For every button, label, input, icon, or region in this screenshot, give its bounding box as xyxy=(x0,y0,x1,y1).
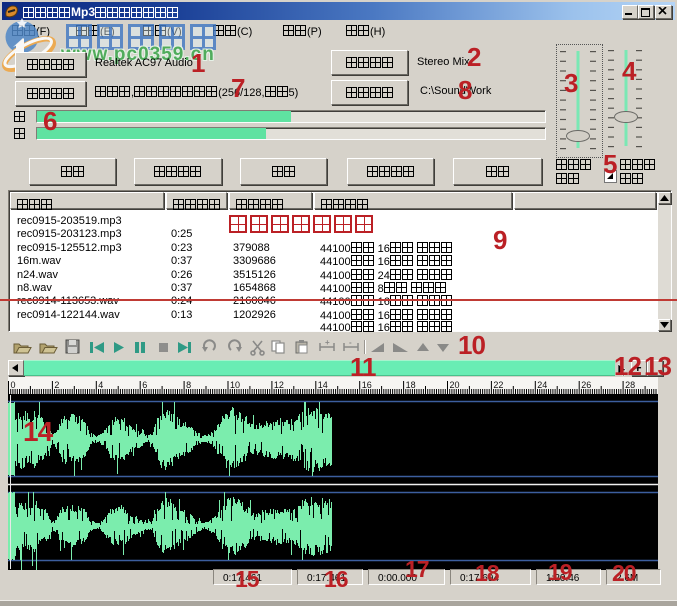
svg-text:4: 4 xyxy=(98,380,103,390)
svg-text:12: 12 xyxy=(274,380,284,390)
svg-text:26: 26 xyxy=(581,380,591,390)
svg-text:8: 8 xyxy=(186,380,191,390)
svg-text:0: 0 xyxy=(11,380,16,390)
svg-text:14: 14 xyxy=(318,380,328,390)
svg-text:24: 24 xyxy=(537,380,547,390)
svg-text:22: 22 xyxy=(493,380,503,390)
svg-text:10: 10 xyxy=(230,380,240,390)
svg-text:+: + xyxy=(325,338,330,347)
svg-text:18: 18 xyxy=(406,380,416,390)
svg-text:20: 20 xyxy=(450,380,460,390)
svg-text:2: 2 xyxy=(54,380,59,390)
svg-text:-: - xyxy=(349,338,352,347)
svg-text:6: 6 xyxy=(142,380,147,390)
